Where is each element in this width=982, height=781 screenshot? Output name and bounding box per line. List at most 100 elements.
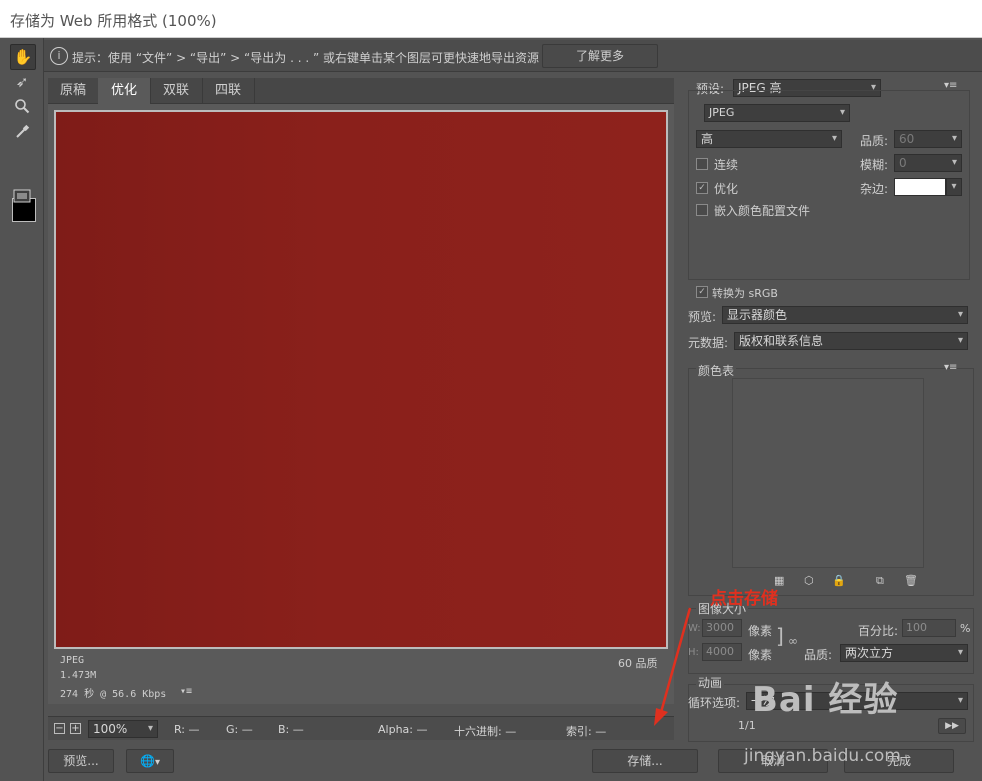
annotation-text: 点击存储 (710, 589, 778, 609)
progressive-checkbox[interactable] (696, 158, 708, 170)
preview-area: JPEG 1.473M 274 秒 @ 56.6 Kbps ▾≡ 60 品质 (48, 104, 674, 704)
progressive-label: 连续 (714, 158, 739, 172)
lock-icon[interactable]: 🔒 (832, 574, 846, 587)
zoom-icon[interactable] (10, 94, 34, 118)
quality-value: 60 (899, 132, 915, 146)
view-tabs: 原稿 优化 双联 四联 (48, 78, 674, 104)
save-button[interactable]: 存储... (592, 749, 698, 773)
percent-label: 百分比: (858, 624, 899, 638)
new-color-icon[interactable]: ⧉ (876, 574, 884, 588)
matte-label: 杂边: (860, 182, 889, 196)
chevron-down-icon: ▾ (957, 695, 963, 706)
preview-format: JPEG (60, 655, 85, 666)
percent-unit: % (960, 622, 971, 635)
blur-label: 模糊: (860, 158, 889, 172)
color-table-title: 颜色表 (696, 362, 737, 379)
zoom-level-select[interactable]: 100% ▾ (88, 720, 158, 738)
convert-srgb-label: 转换为 sRGB (712, 287, 778, 300)
width-unit: 像素 (748, 624, 773, 638)
readout-b: B: — (278, 723, 304, 736)
chevron-down-icon: ▾ (957, 647, 963, 658)
eyedropper-icon[interactable] (10, 120, 34, 144)
percent-input[interactable]: 100 (902, 619, 956, 637)
window-title: 存储为 Web 所用格式 (100%) (10, 12, 217, 30)
hand-icon[interactable]: ✋ (10, 44, 36, 70)
toggle-slices-icon[interactable] (10, 184, 34, 208)
color-preview-value: 显示器颜色 (727, 308, 788, 322)
resample-quality-select[interactable]: 两次立方 ▾ (840, 644, 968, 662)
chevron-down-icon: ▾ (839, 107, 845, 118)
readout-index: 索引: — (566, 725, 607, 738)
chevron-down-icon: ▾ (147, 723, 153, 734)
last-frame-icon[interactable]: ▶▶ (938, 718, 966, 734)
blur-input[interactable]: 0 ▾ (894, 154, 962, 172)
browser-preview-button[interactable]: 🌐▾ (126, 749, 174, 773)
zoom-in-icon[interactable]: + (70, 723, 81, 734)
metadata-select[interactable]: 版权和联系信息 ▾ (734, 332, 968, 350)
tab-original[interactable]: 原稿 (48, 78, 99, 104)
quality-input[interactable]: 60 ▾ (894, 130, 962, 148)
resample-quality-value: 两次立方 (845, 646, 894, 660)
preview-download-time: 274 秒 @ 56.6 Kbps (60, 689, 167, 700)
slice-select-icon[interactable]: ➶ (10, 70, 34, 94)
chain-icon[interactable]: ∞ (788, 634, 798, 648)
tip-bar: i 提示：使用 “文件” > “导出” > “导出为 . . . ” 或右键单击… (44, 40, 982, 72)
tip-message: 提示：使用 “文件” > “导出” > “导出为 . . . ” 或右键单击某个… (72, 51, 540, 65)
window-titlebar: 存储为 Web 所用格式 (100%) (0, 0, 982, 38)
browser-icon: 🌐 (140, 754, 155, 768)
width-input[interactable]: 3000 (702, 619, 742, 637)
web-shift-icon[interactable]: ⬡ (804, 574, 814, 587)
image-size-group (688, 608, 974, 674)
optimized-image-preview[interactable] (54, 110, 668, 649)
trash-icon[interactable]: 🗑 (904, 574, 918, 587)
color-preview-select[interactable]: 显示器颜色 ▾ (722, 306, 968, 324)
height-unit: 像素 (748, 648, 773, 662)
quality-level-value: 高 (701, 132, 714, 146)
chevron-down-icon: ▾ (831, 133, 837, 144)
metadata-label: 元数据: (688, 336, 729, 350)
format-select[interactable]: JPEG ▾ (704, 104, 850, 122)
readout-hex: 十六进制: — (454, 725, 517, 738)
convert-srgb-checkbox[interactable]: ✓ (696, 286, 708, 298)
chevron-down-icon: ▾ (957, 309, 963, 320)
chevron-down-icon: ▾ (154, 757, 160, 768)
preview-button[interactable]: 预览... (48, 749, 114, 773)
preview-file-size: 1.473M (60, 670, 97, 681)
color-table-swatches[interactable] (732, 378, 924, 568)
settings-panel: 预设: JPEG 高 ▾ ▾≡ JPEG ▾ 高 ▾ 品质: 60 ▾ 连续 模糊: 0… (678, 76, 982, 744)
embed-profile-label: 嵌入颜色配置文件 (714, 204, 811, 218)
tab-2-up[interactable]: 双联 (150, 78, 203, 104)
tab-optimized[interactable]: 优化 (98, 78, 151, 104)
height-input[interactable]: 4000 (702, 643, 742, 661)
link-constrain-icon[interactable]: ] (776, 624, 784, 648)
chevron-down-icon: ▾ (951, 157, 957, 168)
chevron-down-icon[interactable]: ▾ (946, 178, 962, 196)
annotation-arrow-icon (654, 607, 692, 726)
info-icon: i (50, 47, 68, 65)
quality-label: 品质: (860, 134, 889, 148)
color-preview-label: 预览: (688, 310, 717, 324)
readout-g: G: — (226, 723, 253, 736)
color-table-menu-icon[interactable]: ▾≡ (944, 362, 957, 373)
resample-quality-label: 品质: (804, 648, 833, 662)
status-bar: − + 100% ▾ R: — G: — B: — Alpha: — 十六进制: … (48, 716, 674, 740)
readout-r: R: — (174, 723, 200, 736)
baidu-watermark-url: jingyan.baidu.com (744, 746, 901, 766)
matte-color-swatch[interactable] (894, 178, 946, 196)
chevron-down-icon: ▾ (951, 133, 957, 144)
zoom-out-icon[interactable]: − (54, 723, 65, 734)
tab-4-up[interactable]: 四联 (202, 78, 255, 104)
optimized-checkbox[interactable]: ✓ (696, 182, 708, 194)
embed-profile-checkbox[interactable] (696, 204, 708, 216)
learn-more-button[interactable]: 了解更多 (542, 44, 658, 68)
preview-menu-icon[interactable]: ▾≡ (180, 686, 192, 697)
chevron-down-icon: ▾ (957, 335, 963, 346)
blur-value: 0 (899, 156, 907, 170)
optimized-label: 优化 (714, 182, 739, 196)
tool-panel: ✋ ➶ (0, 38, 44, 781)
quality-level-select[interactable]: 高 ▾ (696, 130, 842, 148)
metadata-value: 版权和联系信息 (739, 334, 824, 348)
readout-alpha: Alpha: — (378, 723, 428, 736)
baidu-watermark-logo: Bai 经验 (752, 680, 899, 720)
format-value: JPEG (709, 106, 735, 119)
